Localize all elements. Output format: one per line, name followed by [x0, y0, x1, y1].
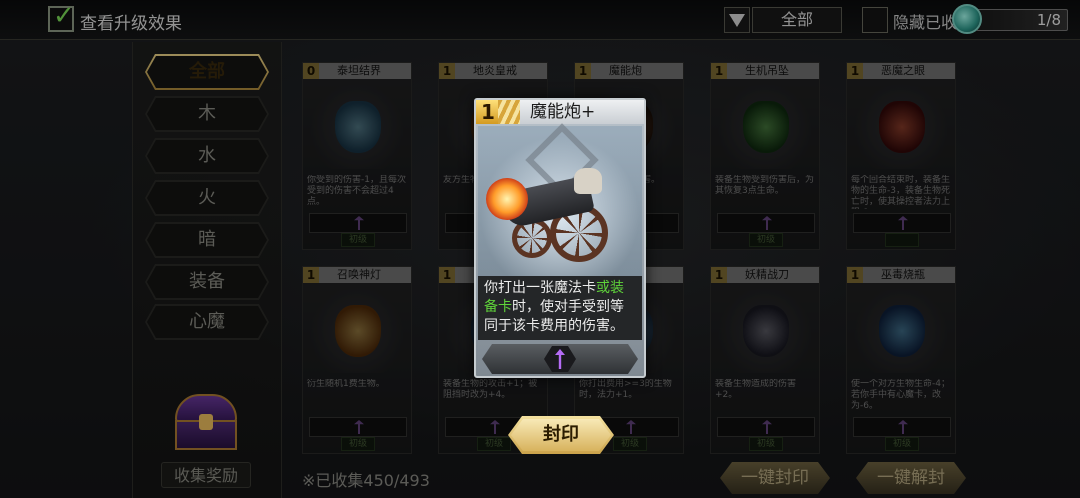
seal-button[interactable]: 封印: [508, 416, 614, 454]
popup-card-description: 你打出一张魔法卡或装备卡时，使对手受到等同于该卡费用的伤害。: [478, 276, 642, 340]
popup-card-art: [478, 123, 642, 276]
card-detail-popup: 1 魔能炮+ 你打出一张魔法卡或装备卡时，使对手受到等同于该卡费用的伤害。: [474, 98, 646, 378]
popup-card-cost: 1: [476, 100, 500, 124]
fire-icon: [486, 178, 528, 220]
popup-card-plate: [482, 344, 638, 374]
cost-stripe: [498, 100, 520, 124]
skull-icon: [574, 168, 602, 194]
desc-text: 你打出一张魔法卡: [484, 280, 596, 296]
popup-card-name: 魔能炮+: [520, 100, 644, 124]
